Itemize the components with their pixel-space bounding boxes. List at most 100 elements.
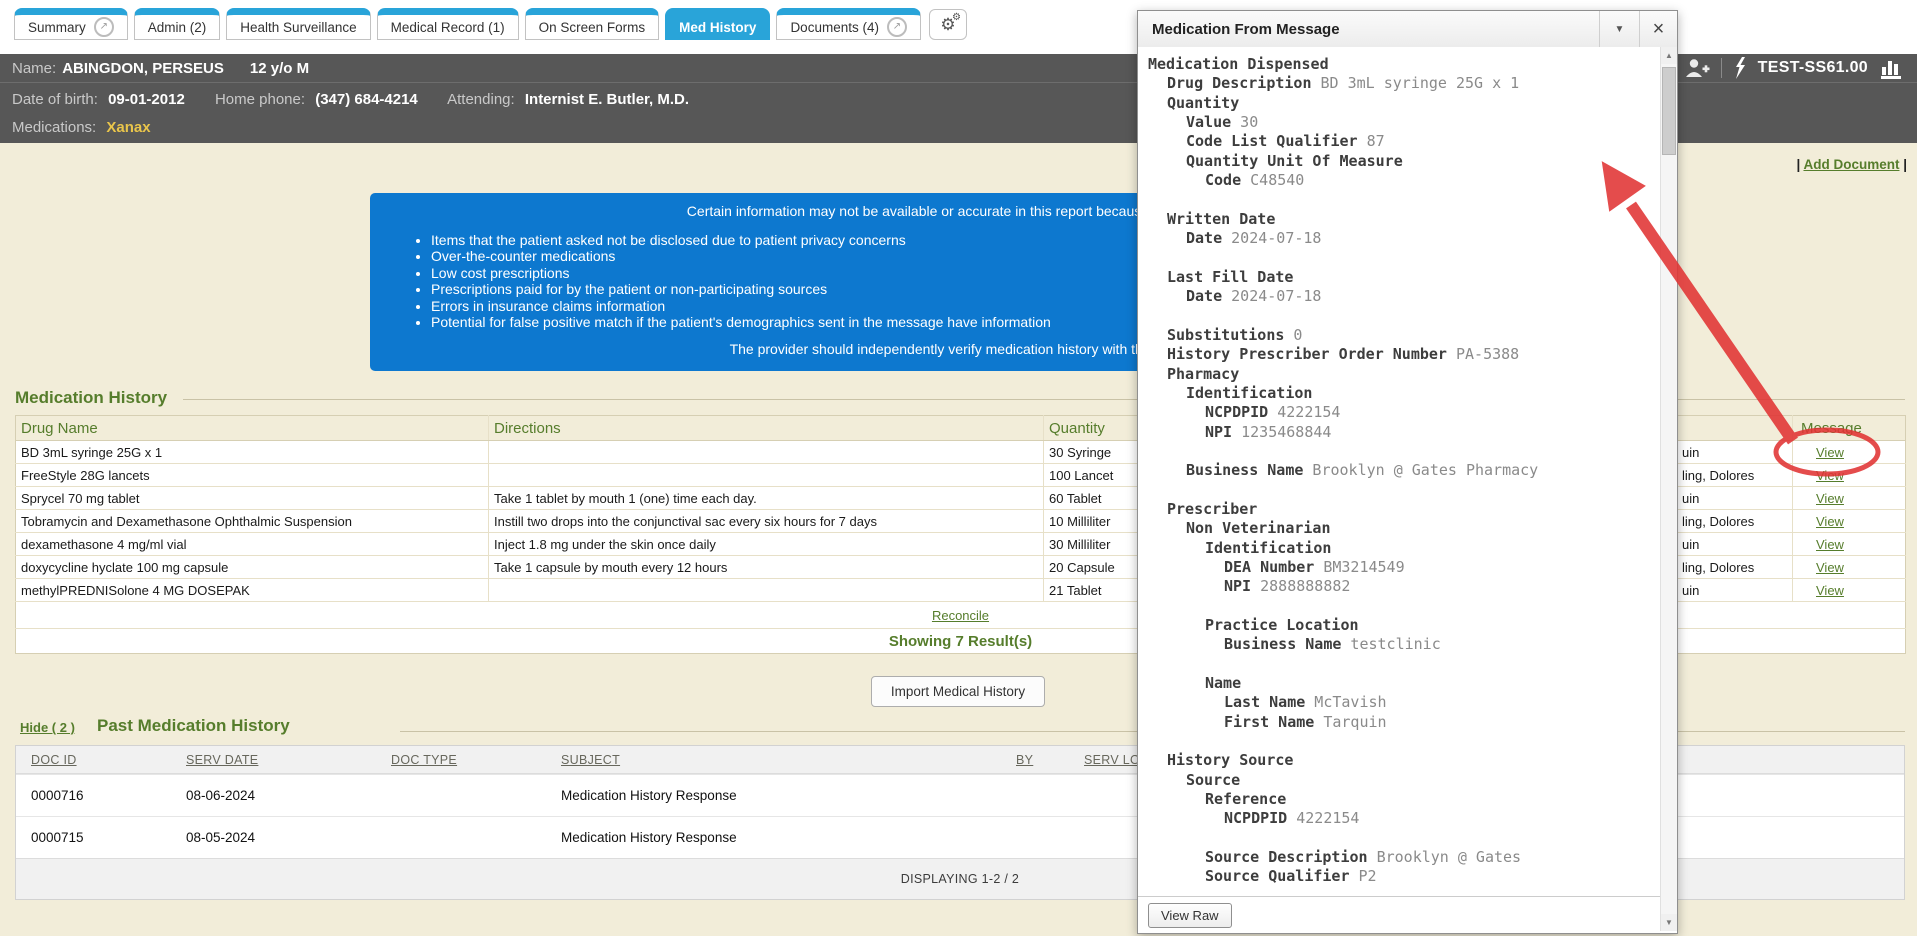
message-line: Written Date: [1148, 210, 1660, 229]
view-message-link[interactable]: View: [1816, 445, 1844, 460]
tab-health-surveillance[interactable]: Health Surveillance: [226, 8, 370, 40]
chart-icon[interactable]: [1879, 56, 1907, 80]
field-label: First Name: [1224, 713, 1314, 731]
message-line: Source Description Brooklyn @ Gates: [1148, 848, 1660, 867]
message-line: Prescriber: [1148, 500, 1660, 519]
message-line: [1148, 442, 1660, 461]
past-column-header-serv-date[interactable]: SERV DATE: [186, 753, 258, 767]
scroll-down-icon[interactable]: ▼: [1661, 914, 1677, 931]
tab-bar: Summary↗Admin (2)Health Surveillance Medi…: [14, 8, 967, 40]
import-medical-history-button[interactable]: Import Medical History: [871, 676, 1045, 707]
message-line: Value 30: [1148, 113, 1660, 132]
patient-phone: (347) 684-4214: [315, 91, 418, 108]
view-raw-button[interactable]: View Raw: [1148, 903, 1232, 928]
message-line: Code List Qualifier 87: [1148, 132, 1660, 151]
view-message-link[interactable]: View: [1816, 537, 1844, 552]
field-label: Name: [1205, 674, 1241, 692]
field-label: Practice Location: [1205, 616, 1359, 634]
field-value: 2024-07-18: [1222, 229, 1321, 247]
message-line: [1148, 829, 1660, 848]
tab-label: Medical Record (1): [391, 20, 505, 35]
message-line: Quantity Unit Of Measure: [1148, 152, 1660, 171]
tab-label: On Screen Forms: [539, 20, 646, 35]
field-value: 87: [1358, 132, 1385, 150]
field-value: 1235468844: [1232, 423, 1331, 441]
medication-history-title: Medication History: [15, 388, 167, 408]
patient-medications-line: Medications: Xanax: [12, 119, 151, 136]
message-line: Last Name McTavish: [1148, 693, 1660, 712]
message-line: Business Name testclinic: [1148, 635, 1660, 654]
field-label: Last Name: [1224, 693, 1305, 711]
view-message-link[interactable]: View: [1816, 514, 1844, 529]
dialog-close-button[interactable]: ×: [1639, 11, 1677, 47]
message-cell: View: [1793, 464, 1906, 487]
serv-date-cell: 08-05-2024: [186, 830, 255, 845]
tab-summary[interactable]: Summary↗: [14, 8, 128, 40]
message-line: Drug Description BD 3mL syringe 25G x 1: [1148, 74, 1660, 93]
serv-date-cell: 08-06-2024: [186, 788, 255, 803]
scrollbar-thumb[interactable]: [1662, 67, 1676, 155]
field-label: NCPDPID: [1205, 403, 1268, 421]
past-column-header-doc-id[interactable]: DOC ID: [31, 753, 77, 767]
add-document-row: | Add Document |: [1796, 157, 1907, 172]
hide-link[interactable]: Hide ( 2 ): [20, 720, 75, 735]
tab-documents-4[interactable]: Documents (4)↗: [776, 8, 921, 40]
field-label: Business Name: [1186, 461, 1303, 479]
directions-cell: [489, 579, 1044, 602]
tab-med-history[interactable]: Med History: [665, 8, 770, 40]
past-column-header-doc-type[interactable]: DOC TYPE: [391, 753, 457, 767]
settings-button[interactable]: ⚙⚙: [929, 9, 967, 40]
scroll-up-icon[interactable]: ▲: [1661, 47, 1677, 64]
message-line: [1148, 597, 1660, 616]
view-message-link[interactable]: View: [1816, 491, 1844, 506]
dob-label: Date of birth:: [12, 91, 98, 108]
drug-name-cell: FreeStyle 28G lancets: [16, 464, 489, 487]
message-line: Identification: [1148, 539, 1660, 558]
message-line: History Source: [1148, 751, 1660, 770]
dialog-title: Medication From Message: [1138, 21, 1599, 38]
message-line: Business Name Brooklyn @ Gates Pharmacy: [1148, 461, 1660, 480]
name-label: Name:: [12, 60, 56, 77]
field-label: Last Fill Date: [1167, 268, 1293, 286]
message-line: Substitutions 0: [1148, 326, 1660, 345]
add-person-icon[interactable]: [1684, 57, 1710, 79]
dialog-menu-button[interactable]: ▼: [1599, 11, 1639, 47]
view-message-link[interactable]: View: [1816, 583, 1844, 598]
past-column-header-subject[interactable]: SUBJECT: [561, 753, 620, 767]
field-label: Medication Dispensed: [1148, 55, 1329, 73]
tab-admin-2[interactable]: Admin (2): [134, 8, 221, 40]
patient-dob: 09-01-2012: [108, 91, 185, 108]
message-line: Source Qualifier P2: [1148, 867, 1660, 886]
directions-cell: [489, 441, 1044, 464]
message-line: NCPDPID 4222154: [1148, 809, 1660, 828]
dialog-titlebar[interactable]: Medication From Message ▼ ×: [1138, 11, 1677, 48]
reconcile-link[interactable]: Reconcile: [932, 608, 989, 623]
add-document-link[interactable]: Add Document: [1803, 157, 1899, 172]
field-value: PA-5388: [1447, 345, 1519, 363]
field-label: Date: [1186, 287, 1222, 305]
past-column-header-by[interactable]: BY: [1016, 753, 1033, 767]
view-message-link[interactable]: View: [1816, 468, 1844, 483]
banner-separator: [1721, 58, 1722, 78]
tab-medical-record-1[interactable]: Medical Record (1): [377, 8, 519, 40]
tab-on-screen-forms[interactable]: On Screen Forms: [525, 8, 660, 40]
subject-cell: Medication History Response: [561, 830, 737, 845]
attending-label: Attending:: [447, 91, 515, 108]
message-line: Reference: [1148, 790, 1660, 809]
medications-label: Medications:: [12, 119, 96, 136]
field-label: Source Description: [1205, 848, 1368, 866]
external-link-icon: ↗: [887, 17, 907, 37]
subject-cell: Medication History Response: [561, 788, 737, 803]
field-label: History Source: [1167, 751, 1293, 769]
lightning-icon[interactable]: [1733, 57, 1747, 79]
medications-value[interactable]: Xanax: [106, 119, 150, 136]
directions-cell: Instill two drops into the conjunctival …: [489, 510, 1044, 533]
message-line: NPI 2888888882: [1148, 577, 1660, 596]
directions-cell: Take 1 tablet by mouth 1 (one) time each…: [489, 487, 1044, 510]
field-label: Date: [1186, 229, 1222, 247]
field-label: Pharmacy: [1167, 365, 1239, 383]
past-column-header-serv-lo[interactable]: SERV LO: [1084, 753, 1140, 767]
message-line: History Prescriber Order Number PA-5388: [1148, 345, 1660, 364]
dialog-scrollbar[interactable]: ▲ ▼: [1660, 47, 1677, 931]
view-message-link[interactable]: View: [1816, 560, 1844, 575]
